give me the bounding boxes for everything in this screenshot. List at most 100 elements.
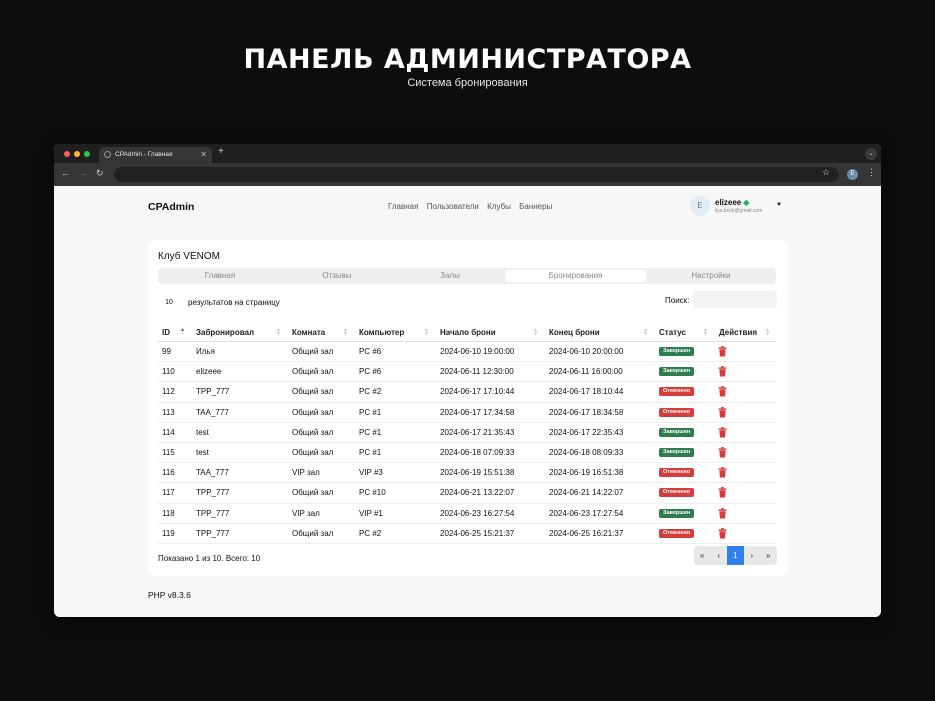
column-header-start[interactable]: Начало брони bbox=[440, 328, 496, 337]
cell-user: test bbox=[196, 447, 209, 457]
table-row: 99 Илья Общий зал PC #6 2024-06-10 19:00:00 2… bbox=[158, 342, 776, 363]
status-badge: Отменено bbox=[659, 407, 695, 417]
plus-icon[interactable]: + bbox=[218, 146, 224, 157]
table-info: Показано 1 из 10. Всего: 10 bbox=[158, 554, 261, 563]
user-name: elizeee bbox=[715, 198, 742, 207]
tab-halls[interactable]: Залы bbox=[392, 270, 508, 282]
browser-tab[interactable]: CPAdmin - Главная ✕ bbox=[99, 147, 212, 163]
arrow-right-icon[interactable]: → bbox=[79, 168, 88, 178]
cell-start: 2024-06-11 12:30:00 bbox=[440, 367, 514, 377]
cell-room: Общий зал bbox=[292, 387, 334, 397]
hero-title: ПАНЕЛЬ АДМИНИСТРАТОРА bbox=[243, 44, 692, 75]
cell-id: 110 bbox=[162, 367, 175, 377]
cell-end: 2024-06-19 16:51:38 bbox=[549, 468, 624, 478]
column-header-status[interactable]: Статус bbox=[659, 328, 686, 337]
caret-down-icon[interactable]: ▼ bbox=[776, 202, 782, 208]
cell-id: 113 bbox=[162, 407, 175, 417]
club-tabs: Главная Отзывы Залы Бронирования Настрой… bbox=[158, 268, 776, 284]
star-icon[interactable]: ☆ bbox=[822, 167, 830, 178]
reload-icon[interactable]: ↻ bbox=[96, 168, 104, 179]
cell-id: 119 bbox=[162, 528, 175, 538]
user-avatar[interactable]: E bbox=[690, 196, 710, 216]
trash-icon[interactable] bbox=[718, 406, 727, 418]
nav-item-users[interactable]: Пользователи bbox=[427, 202, 479, 211]
trash-icon[interactable] bbox=[718, 527, 727, 539]
per-page-select[interactable]: 10 bbox=[158, 294, 180, 312]
close-window-button[interactable] bbox=[64, 151, 70, 157]
trash-icon[interactable] bbox=[718, 346, 727, 357]
sort-icon[interactable]: ▲ ▼ bbox=[643, 328, 648, 337]
minimize-window-button[interactable] bbox=[74, 151, 80, 157]
next-page-button[interactable]: › bbox=[743, 546, 760, 565]
table-row: 115 test Общий зал PC #1 2024-06-18 07:09:33… bbox=[158, 443, 776, 464]
nav-item-home[interactable]: Главная bbox=[388, 202, 418, 211]
sort-asc-icon[interactable]: ▲ ▼ bbox=[180, 328, 185, 337]
chevron-down-icon[interactable]: ⌄ bbox=[865, 148, 877, 160]
status-badge: Завершен bbox=[659, 508, 695, 518]
trash-icon[interactable] bbox=[718, 366, 727, 377]
column-header-user[interactable]: Забронировал bbox=[196, 328, 254, 337]
cell-id: 114 bbox=[162, 427, 175, 437]
kebab-icon[interactable]: ⋮ bbox=[867, 167, 876, 178]
trash-icon[interactable] bbox=[718, 447, 727, 458]
cell-user: TAA_777 bbox=[196, 407, 229, 417]
trash-icon[interactable] bbox=[718, 467, 727, 478]
cell-start: 2024-06-17 17:34:58 bbox=[440, 407, 515, 417]
cell-room: VIP зал bbox=[292, 508, 320, 518]
cell-room: Общий зал bbox=[292, 347, 334, 356]
cell-room: Общий зал bbox=[292, 427, 334, 437]
tab-bookings[interactable]: Бронирования bbox=[505, 270, 646, 282]
cell-end: 2024-06-17 22:35:43 bbox=[549, 427, 624, 437]
last-page-button[interactable]: » bbox=[760, 546, 777, 565]
globe-icon bbox=[104, 151, 111, 158]
php-version: PHP v8.3.6 bbox=[148, 590, 191, 600]
trash-icon[interactable] bbox=[718, 426, 727, 438]
tab-home[interactable]: Главная bbox=[158, 270, 282, 282]
profile-avatar[interactable]: E bbox=[847, 169, 858, 180]
cell-room: Общий зал bbox=[292, 407, 334, 417]
cell-id: 117 bbox=[162, 488, 175, 498]
prev-page-button[interactable]: ‹ bbox=[710, 546, 727, 565]
per-page-label: результатов на страницу bbox=[188, 298, 280, 307]
trash-icon[interactable] bbox=[718, 386, 727, 397]
maximize-window-button[interactable] bbox=[84, 151, 90, 157]
cell-end: 2024-06-17 18:10:44 bbox=[549, 387, 624, 397]
cell-start: 2024-06-17 21:35:43 bbox=[440, 427, 515, 437]
sort-icon[interactable]: ▲ ▼ bbox=[703, 328, 708, 337]
column-header-id[interactable]: ID bbox=[162, 328, 170, 337]
address-bar[interactable] bbox=[114, 167, 839, 182]
column-header-actions[interactable]: Действия bbox=[719, 328, 757, 337]
cell-end: 2024-06-11 16:00:00 bbox=[549, 367, 623, 377]
search-input[interactable] bbox=[693, 291, 777, 308]
sort-icon[interactable]: ▲ ▼ bbox=[765, 328, 770, 337]
first-page-button[interactable]: « bbox=[694, 546, 711, 565]
column-header-computer[interactable]: Компьютер bbox=[359, 328, 404, 337]
user-name-row[interactable]: elizeee ◆ bbox=[715, 198, 749, 207]
tab-reviews[interactable]: Отзывы bbox=[282, 270, 392, 282]
sort-icon[interactable]: ▲ ▼ bbox=[424, 328, 429, 337]
arrow-left-icon[interactable]: ← bbox=[61, 168, 70, 178]
club-title: Клуб VENOM bbox=[158, 251, 220, 262]
club-card: Клуб VENOM Главная Отзывы Залы Бронирова… bbox=[148, 240, 788, 576]
column-header-room[interactable]: Комната bbox=[292, 328, 325, 337]
page-button-current[interactable]: 1 bbox=[727, 546, 744, 565]
trash-icon[interactable] bbox=[718, 487, 727, 498]
sort-icon[interactable]: ▲ ▼ bbox=[343, 328, 348, 337]
trash-icon[interactable] bbox=[718, 507, 727, 519]
close-icon[interactable]: ✕ bbox=[200, 147, 207, 163]
sort-icon[interactable]: ▲ ▼ bbox=[533, 328, 538, 337]
status-badge: Отменено bbox=[659, 387, 695, 397]
status-badge: Завершен bbox=[659, 427, 695, 437]
tab-settings[interactable]: Настройки bbox=[648, 270, 774, 282]
cell-start: 2024-06-25 15:21:37 bbox=[440, 528, 515, 538]
cell-computer: PC #6 bbox=[359, 367, 382, 377]
nav-item-clubs[interactable]: Клубы bbox=[487, 202, 511, 211]
sort-icon[interactable]: ▲ ▼ bbox=[276, 328, 281, 337]
verified-icon: ◆ bbox=[743, 198, 750, 207]
cell-id: 99 bbox=[162, 347, 171, 356]
cell-start: 2024-06-17 17:10:44 bbox=[440, 387, 515, 397]
column-header-end[interactable]: Конец брони bbox=[549, 328, 600, 337]
app-logo[interactable]: CPAdmin bbox=[148, 201, 194, 213]
table-row: 114 test Общий зал PC #1 2024-06-17 21:35:43… bbox=[158, 423, 776, 443]
nav-item-banners[interactable]: Баннеры bbox=[519, 202, 552, 211]
